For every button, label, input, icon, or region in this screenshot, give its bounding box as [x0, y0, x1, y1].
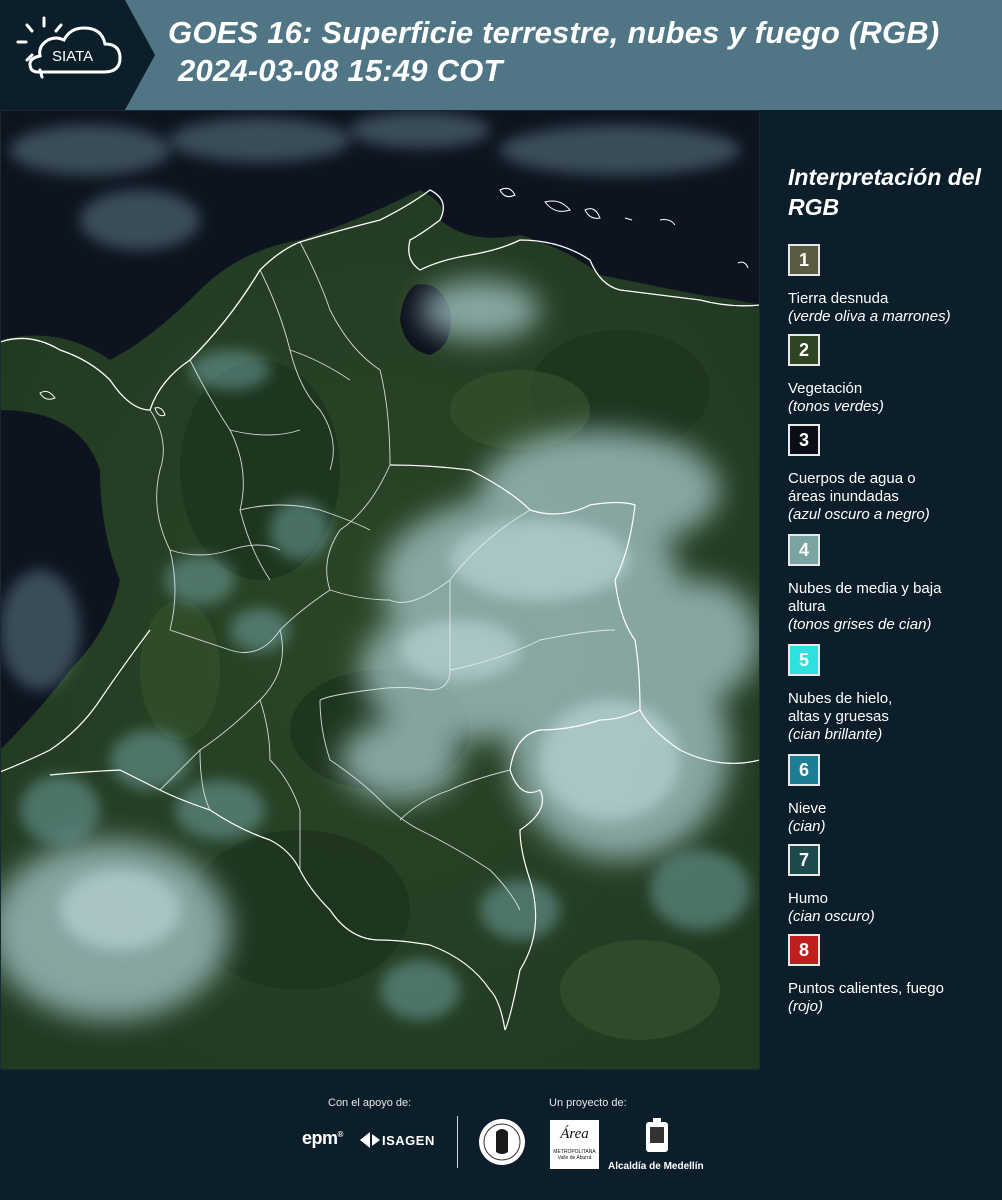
legend-label-6: Nieve	[788, 800, 827, 817]
epm-logo: epm®	[302, 1128, 343, 1148]
project-label: Un proyecto de:	[549, 1097, 627, 1109]
legend-label-3: Cuerpos de agua o áreas inundadas	[788, 470, 916, 505]
legend-swatch-6: 6	[788, 754, 820, 786]
alcaldia-logo: Alcaldía de Medellín	[608, 1118, 704, 1172]
legend-swatch-8: 8	[788, 934, 820, 966]
legend-item-1: 1 Tierra desnuda (verde oliva a marrones…	[788, 244, 998, 326]
legend-swatch-3: 3	[788, 424, 820, 456]
coat-of-arms-icon	[646, 1118, 668, 1152]
legend-label-5: Nubes de hielo, altas y gruesas	[788, 690, 893, 725]
siata-logo: SIATA	[0, 0, 155, 110]
legend-swatch-2: 2	[788, 334, 820, 366]
seal-logo	[478, 1116, 526, 1173]
legend-label-4: Nubes de media y baja altura	[788, 580, 942, 615]
legend-label-1: Tierra desnuda	[788, 290, 889, 307]
legend-item-5: 5 Nubes de hielo, altas y gruesas (cian …	[788, 644, 998, 744]
map-canvas	[0, 110, 760, 1070]
legend-swatch-1: 1	[788, 244, 820, 276]
legend-swatch-4: 4	[788, 534, 820, 566]
legend-label-2: Vegetación	[788, 380, 863, 397]
isagen-logo: ISAGEN	[360, 1132, 435, 1148]
support-label: Con el apoyo de:	[328, 1097, 412, 1109]
legend-item-6: 6 Nieve (cian)	[788, 754, 998, 836]
legend-swatch-7: 7	[788, 844, 820, 876]
legend-item-4: 4 Nubes de media y baja altura (tonos gr…	[788, 534, 998, 634]
legend-desc-4: (tonos grises de cian)	[788, 616, 932, 633]
legend-desc-8: (rojo)	[788, 998, 824, 1015]
title-line-1: GOES 16: Superficie terrestre, nubes y f…	[168, 15, 940, 50]
footer-divider	[457, 1116, 458, 1168]
area-metropolitana-logo: Área METROPOLITANA Valle de Aburrá	[550, 1120, 599, 1169]
legend-desc-1: (verde oliva a marrones)	[788, 308, 951, 325]
satellite-map[interactable]	[0, 110, 760, 1070]
legend-desc-7: (cian oscuro)	[788, 908, 875, 925]
legend-desc-6: (cian)	[788, 818, 826, 835]
legend-swatch-5: 5	[788, 644, 820, 676]
legend-item-2: 2 Vegetación (tonos verdes)	[788, 334, 998, 416]
legend-desc-5: (cian brillante)	[788, 726, 883, 743]
legend-item-3: 3 Cuerpos de agua o áreas inundadas (azu…	[788, 424, 998, 524]
legend-desc-3: (azul oscuro a negro)	[788, 506, 930, 523]
legend-label-7: Humo	[788, 890, 829, 907]
header-bar: SIATA GOES 16: Superficie terrestre, nub…	[0, 0, 1002, 110]
legend-label-8: Puntos calientes, fuego	[788, 980, 944, 997]
legend-desc-2: (tonos verdes)	[788, 398, 884, 415]
isagen-icon	[360, 1132, 380, 1148]
footer: Con el apoyo de: Un proyecto de: epm® IS…	[0, 1070, 1002, 1200]
legend-item-7: 7 Humo (cian oscuro)	[788, 844, 998, 926]
siata-logo-text: SIATA	[52, 48, 93, 65]
page-title: GOES 16: Superficie terrestre, nubes y f…	[168, 14, 939, 90]
legend-title: Interpretación del RGB	[788, 164, 981, 220]
legend-panel: Interpretación del RGB 1 Tierra desnuda …	[760, 110, 1002, 1070]
title-timestamp: 2024-03-08 15:49 COT	[178, 53, 503, 88]
legend-item-8: 8 Puntos calientes, fuego (rojo)	[788, 934, 998, 1016]
